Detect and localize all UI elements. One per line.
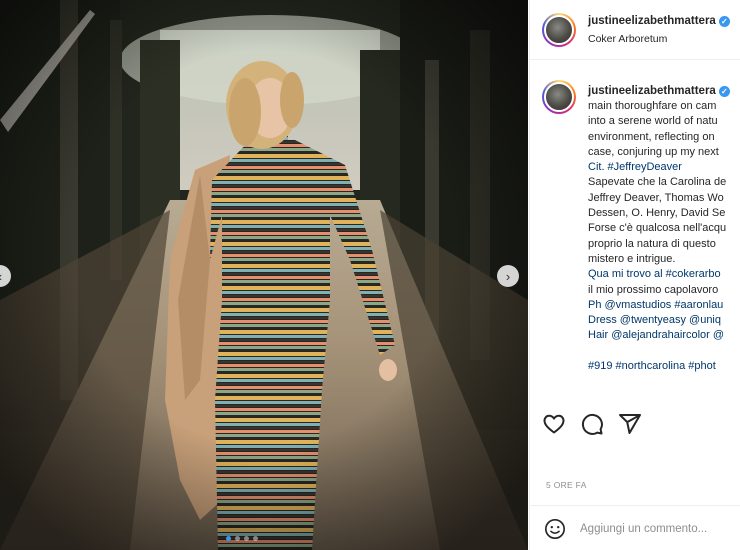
post-actions — [542, 412, 642, 436]
avatar[interactable] — [542, 13, 576, 47]
carousel-dot — [244, 536, 249, 541]
caption-line: Sapevate che la Carolina de — [588, 176, 727, 189]
chevron-right-icon: › — [505, 268, 511, 284]
chevron-left-icon: ‹ — [0, 269, 2, 284]
verified-badge-icon: ✓ — [718, 16, 730, 27]
post-timestamp[interactable]: 5 ORE FA — [546, 480, 587, 490]
carousel-indicator — [226, 536, 258, 541]
emoji-icon[interactable] — [544, 518, 566, 540]
caption-line[interactable]: Hair @alejandrahaircolor @ — [588, 328, 740, 343]
caption-line[interactable]: Qua mi trovo al #cokerarbo — [588, 267, 740, 282]
comment-bar — [530, 505, 740, 550]
username-text[interactable]: justineelizabethmattera — [588, 15, 716, 27]
caption-line[interactable]: #919 #northcarolina #phot — [588, 359, 740, 374]
caption-line[interactable]: Cit. #JeffreyDeaver — [588, 160, 740, 175]
caption-line: proprio la natura di questo — [588, 237, 716, 250]
caption-line: main thoroughfare on cam — [588, 100, 717, 112]
carousel-dot — [235, 536, 240, 541]
caption-line: il mio prossimo capolavoro — [588, 283, 719, 296]
share-icon[interactable] — [618, 412, 642, 436]
caption-line — [588, 344, 740, 359]
verified-badge-icon: ✓ — [718, 86, 730, 97]
post-header: justineelizabethmattera ✓ Coker Arboretum — [530, 0, 740, 60]
next-slide-button[interactable]: › — [497, 265, 519, 287]
caption: justineelizabethmattera ✓ main thoroughfa… — [530, 61, 740, 397]
carousel-dot — [226, 536, 231, 541]
caption-line: mistero e intrigue. — [588, 252, 676, 265]
post-image — [0, 0, 528, 550]
caption-line[interactable]: Dress @twentyeasy @uniq — [588, 313, 740, 328]
comment-icon[interactable] — [580, 412, 604, 436]
carousel-dot — [253, 536, 258, 541]
caption-line: case, conjuring up my next — [588, 145, 719, 158]
caption-line[interactable]: Ph @vmastudios #aaronlau — [588, 298, 740, 313]
caption-line: into a serene world of natu — [588, 115, 718, 128]
post-side-panel: justineelizabethmattera ✓ Coker Arboretum… — [529, 0, 740, 550]
caption-username[interactable]: justineelizabethmattera ✓ — [588, 85, 730, 97]
caption-avatar[interactable] — [542, 80, 576, 114]
author-username[interactable]: justineelizabethmattera ✓ — [588, 15, 730, 27]
heart-icon[interactable] — [542, 412, 566, 436]
post-photo[interactable]: ‹ › — [0, 0, 528, 550]
post-location[interactable]: Coker Arboretum — [588, 33, 667, 45]
caption-line: Dessen, O. Henry, David Se — [588, 207, 726, 220]
comment-input[interactable] — [580, 518, 740, 540]
caption-line: environment, reflecting on — [588, 130, 715, 143]
caption-line: Jeffrey Deaver, Thomas Wo — [588, 191, 724, 204]
username-text[interactable]: justineelizabethmattera — [588, 85, 716, 97]
caption-line: Forse c'è qualcosa nell'acqu — [588, 222, 727, 235]
caption-text: main thoroughfare on cam into a serene wo… — [588, 99, 740, 374]
